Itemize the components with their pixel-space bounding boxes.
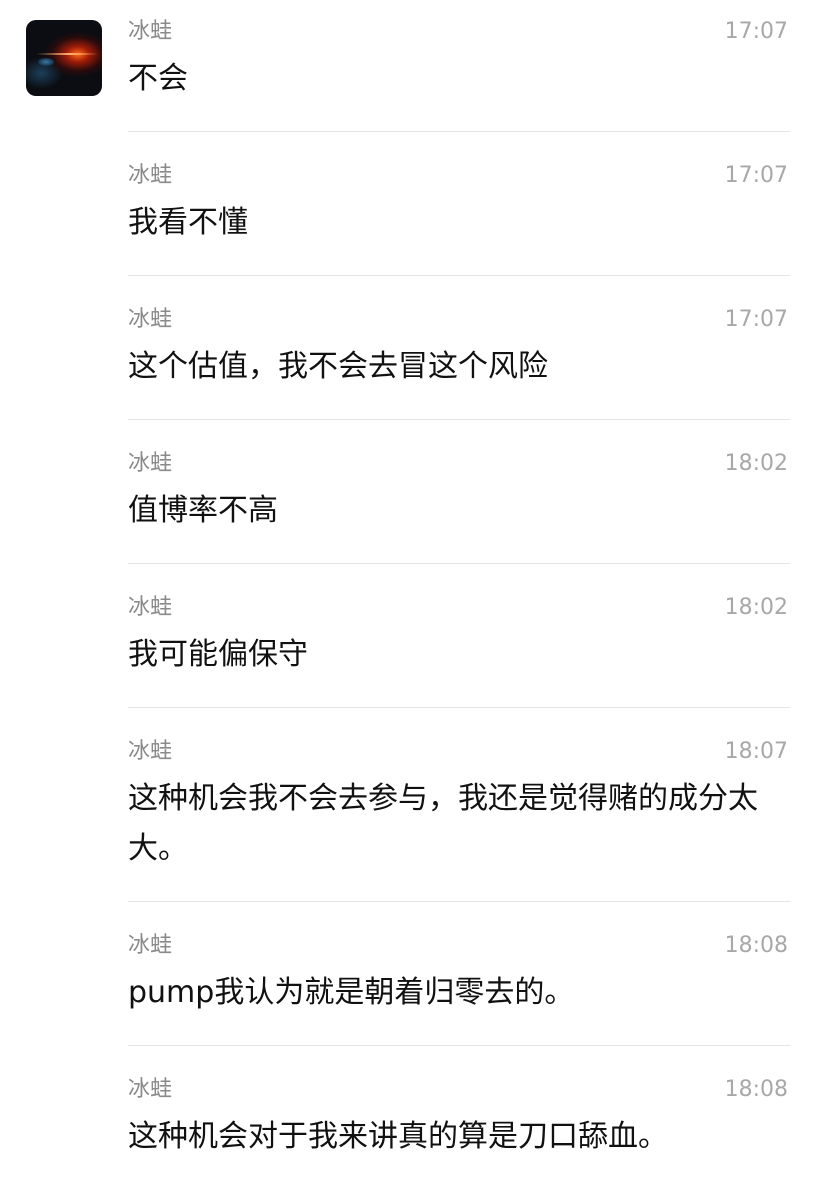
avatar-planet: [38, 58, 54, 66]
sender-name: 冰蛙: [128, 307, 173, 332]
message-item[interactable]: 冰蛙 17:07 不会: [0, 0, 824, 133]
sender-name: 冰蛙: [128, 163, 173, 188]
message-time: 17:07: [724, 307, 788, 332]
sender-name: 冰蛙: [128, 451, 173, 476]
message-item[interactable]: 冰蛙 18:02 我可能偏保守: [0, 564, 824, 708]
message-item[interactable]: 冰蛙 17:07 我看不懂: [0, 132, 824, 276]
message-time: 18:08: [724, 1077, 788, 1102]
avatar[interactable]: [26, 20, 102, 96]
message-time: 17:07: [724, 163, 788, 188]
message-text: pump我认为就是朝着归零去的。: [128, 975, 575, 1010]
message-text: 值博率不高: [128, 493, 278, 528]
sender-name: 冰蛙: [128, 933, 173, 958]
avatar-light-streak: [36, 53, 98, 55]
message-item[interactable]: 冰蛙 18:08 pump我认为就是朝着归零去的。: [0, 902, 824, 1046]
message-item[interactable]: 冰蛙 18:07 这种机会我不会去参与，我还是觉得赌的成分太大。: [0, 708, 824, 902]
message-time: 18:02: [724, 451, 788, 476]
sender-name: 冰蛙: [128, 19, 173, 44]
message-time: 18:07: [724, 739, 788, 764]
message-text: 我可能偏保守: [128, 637, 308, 672]
message-item[interactable]: 冰蛙 17:07 这个估值，我不会去冒这个风险: [0, 276, 824, 420]
message-time: 17:07: [724, 19, 788, 44]
message-text: 这种机会对于我来讲真的算是刀口舔血。: [128, 1119, 668, 1154]
sender-name: 冰蛙: [128, 1077, 173, 1102]
message-item[interactable]: 冰蛙 18:02 值博率不高: [0, 420, 824, 564]
message-text: 我看不懂: [128, 205, 248, 240]
message-text: 这种机会我不会去参与，我还是觉得赌的成分太大。: [128, 781, 758, 866]
message-text: 不会: [128, 61, 188, 96]
sender-name: 冰蛙: [128, 595, 173, 620]
sender-name: 冰蛙: [128, 739, 173, 764]
message-time: 18:08: [724, 933, 788, 958]
message-item[interactable]: 冰蛙 18:08 这种机会对于我来讲真的算是刀口舔血。: [0, 1046, 824, 1200]
message-time: 18:02: [724, 595, 788, 620]
message-text: 这个估值，我不会去冒这个风险: [128, 349, 548, 384]
